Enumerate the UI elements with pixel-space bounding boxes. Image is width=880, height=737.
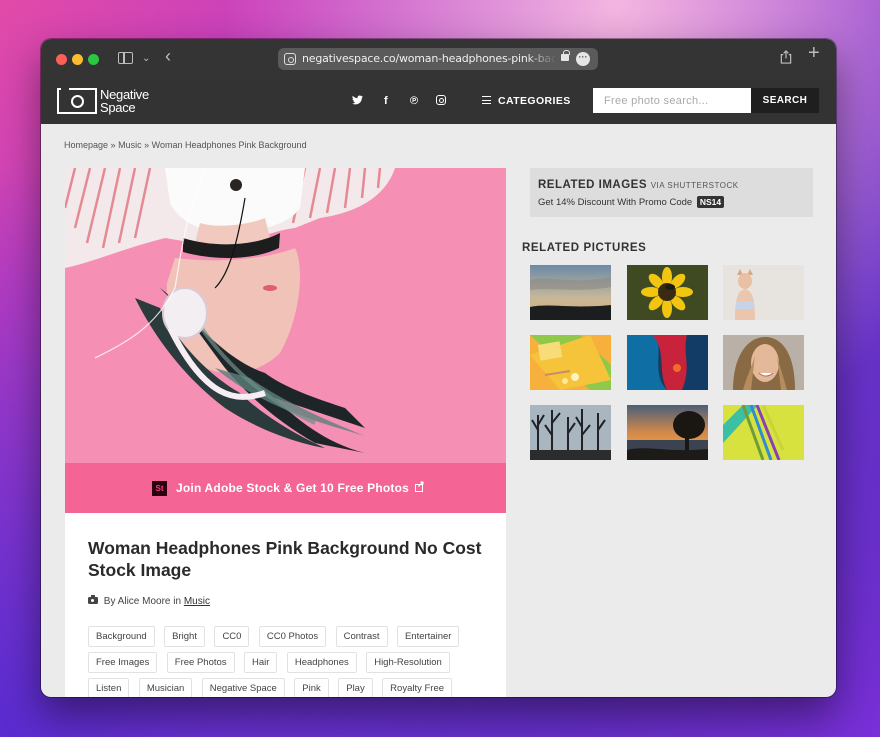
logo-icon[interactable]: [57, 86, 97, 114]
camera-icon: [88, 595, 98, 604]
facebook-icon[interactable]: f: [384, 95, 388, 107]
related-thumb-smiling-woman[interactable]: [723, 335, 804, 390]
logo-line-2: Space: [100, 100, 136, 115]
tag[interactable]: Hair: [243, 652, 278, 673]
tag[interactable]: Free Photos: [166, 652, 235, 673]
discount-text: Get 14% Discount With Promo Code: [538, 197, 693, 208]
promo-label: Join Adobe Stock & Get 10 Free Photos: [176, 481, 409, 495]
browser-titlebar: ⌄ ‹ negativespace.co/woman-headphones-pi…: [41, 39, 836, 79]
breadcrumb-separator: »: [144, 140, 150, 150]
tag[interactable]: Royalty Free: [382, 678, 453, 697]
related-thumb-sunset-tree[interactable]: [627, 405, 708, 460]
chevron-down-icon[interactable]: ⌄: [142, 52, 150, 66]
breadcrumb: Homepage » Music » Woman Headphones Pink…: [64, 140, 307, 150]
tag[interactable]: High-Resolution: [366, 652, 450, 673]
tag[interactable]: CC0: [214, 626, 250, 647]
tag[interactable]: Pink: [294, 678, 329, 697]
related-thumb-sticky-notes[interactable]: [530, 335, 611, 390]
photo-author-line: By Alice Moore in Music: [88, 595, 210, 607]
new-tab-icon[interactable]: +: [808, 43, 820, 63]
related-pictures-heading: RELATED PICTURES: [522, 242, 647, 254]
tag[interactable]: Free Images: [88, 652, 158, 673]
breadcrumb-separator: »: [110, 140, 116, 150]
related-thumb-colored-pencils[interactable]: [723, 405, 804, 460]
related-thumb-woman-cat-mask[interactable]: [723, 265, 804, 320]
minimize-window-button[interactable]: [72, 54, 83, 65]
tag[interactable]: Negative Space: [201, 678, 285, 697]
tag[interactable]: Musician: [138, 678, 193, 697]
photo-title: Woman Headphones Pink Background No Cost…: [88, 538, 482, 580]
tag[interactable]: Background: [88, 626, 155, 647]
tag[interactable]: Play: [338, 678, 373, 697]
related-thumb-colorful-abstract[interactable]: [627, 335, 708, 390]
site-header: Negative Space f ℗ CATEGORIES SEARCH: [41, 79, 836, 124]
site-logo-text[interactable]: Negative Space: [100, 88, 149, 114]
search-button[interactable]: SEARCH: [751, 88, 819, 113]
zoom-window-button[interactable]: [88, 54, 99, 65]
pinterest-icon[interactable]: ℗: [410, 95, 418, 107]
author-text: By Alice Moore in: [103, 596, 182, 607]
related-thumb-sunset-landscape[interactable]: [530, 265, 611, 320]
discount-line: Get 14% Discount With Promo Code NS14: [538, 196, 725, 208]
categories-label: CATEGORIES: [498, 95, 571, 107]
categories-menu-button[interactable]: CATEGORIES: [482, 95, 571, 107]
related-thumb-bare-trees[interactable]: [530, 405, 611, 460]
tag[interactable]: Headphones: [286, 652, 357, 673]
category-link[interactable]: Music: [184, 596, 210, 607]
related-via-text: VIA SHUTTERSTOCK: [650, 181, 739, 190]
page-menu-icon[interactable]: ···: [576, 52, 590, 66]
adobe-stock-promo-banner[interactable]: St Join Adobe Stock & Get 10 Free Photos: [65, 463, 506, 513]
url-text[interactable]: negativespace.co/woman-headphones-pink-b…: [302, 52, 557, 65]
lock-icon: [561, 50, 570, 61]
tag-list: Background Bright CC0 CC0 Photos Contras…: [88, 626, 488, 697]
hamburger-icon: [482, 96, 491, 104]
related-images-title: RELATED IMAGES VIA SHUTTERSTOCK: [538, 179, 739, 191]
promo-text[interactable]: Join Adobe Stock & Get 10 Free Photos: [176, 479, 425, 495]
breadcrumb-music-link[interactable]: Music: [118, 140, 142, 150]
tag[interactable]: Entertainer: [396, 626, 460, 647]
browser-window: ⌄ ‹ negativespace.co/woman-headphones-pi…: [41, 39, 836, 697]
photo-details-card: Woman Headphones Pink Background No Cost…: [65, 513, 506, 697]
related-images-box[interactable]: RELATED IMAGES VIA SHUTTERSTOCK Get 14% …: [530, 168, 813, 217]
twitter-icon[interactable]: [352, 95, 363, 105]
external-link-icon: [415, 479, 425, 492]
adobe-stock-logo-icon: St: [152, 481, 167, 496]
related-thumb-yellow-flower-bee[interactable]: [627, 265, 708, 320]
tag[interactable]: Bright: [164, 626, 205, 647]
close-window-button[interactable]: [56, 54, 67, 65]
sidebar-toggle-icon[interactable]: [118, 52, 133, 64]
breadcrumb-current: Woman Headphones Pink Background: [151, 140, 307, 150]
instagram-icon[interactable]: [436, 95, 446, 108]
back-arrow-icon[interactable]: ‹: [165, 47, 171, 65]
related-title-text: RELATED IMAGES: [538, 179, 648, 191]
tag[interactable]: Listen: [88, 678, 130, 697]
photo-search-input[interactable]: [593, 88, 751, 113]
promo-code-badge: NS14: [696, 196, 725, 208]
tag[interactable]: CC0 Photos: [258, 626, 327, 647]
site-settings-icon[interactable]: [284, 53, 296, 65]
breadcrumb-home-link[interactable]: Homepage: [64, 140, 108, 150]
main-photo[interactable]: [65, 168, 506, 463]
address-bar[interactable]: negativespace.co/woman-headphones-pink-b…: [278, 48, 598, 70]
tag[interactable]: Contrast: [335, 626, 388, 647]
share-icon[interactable]: [780, 50, 792, 64]
